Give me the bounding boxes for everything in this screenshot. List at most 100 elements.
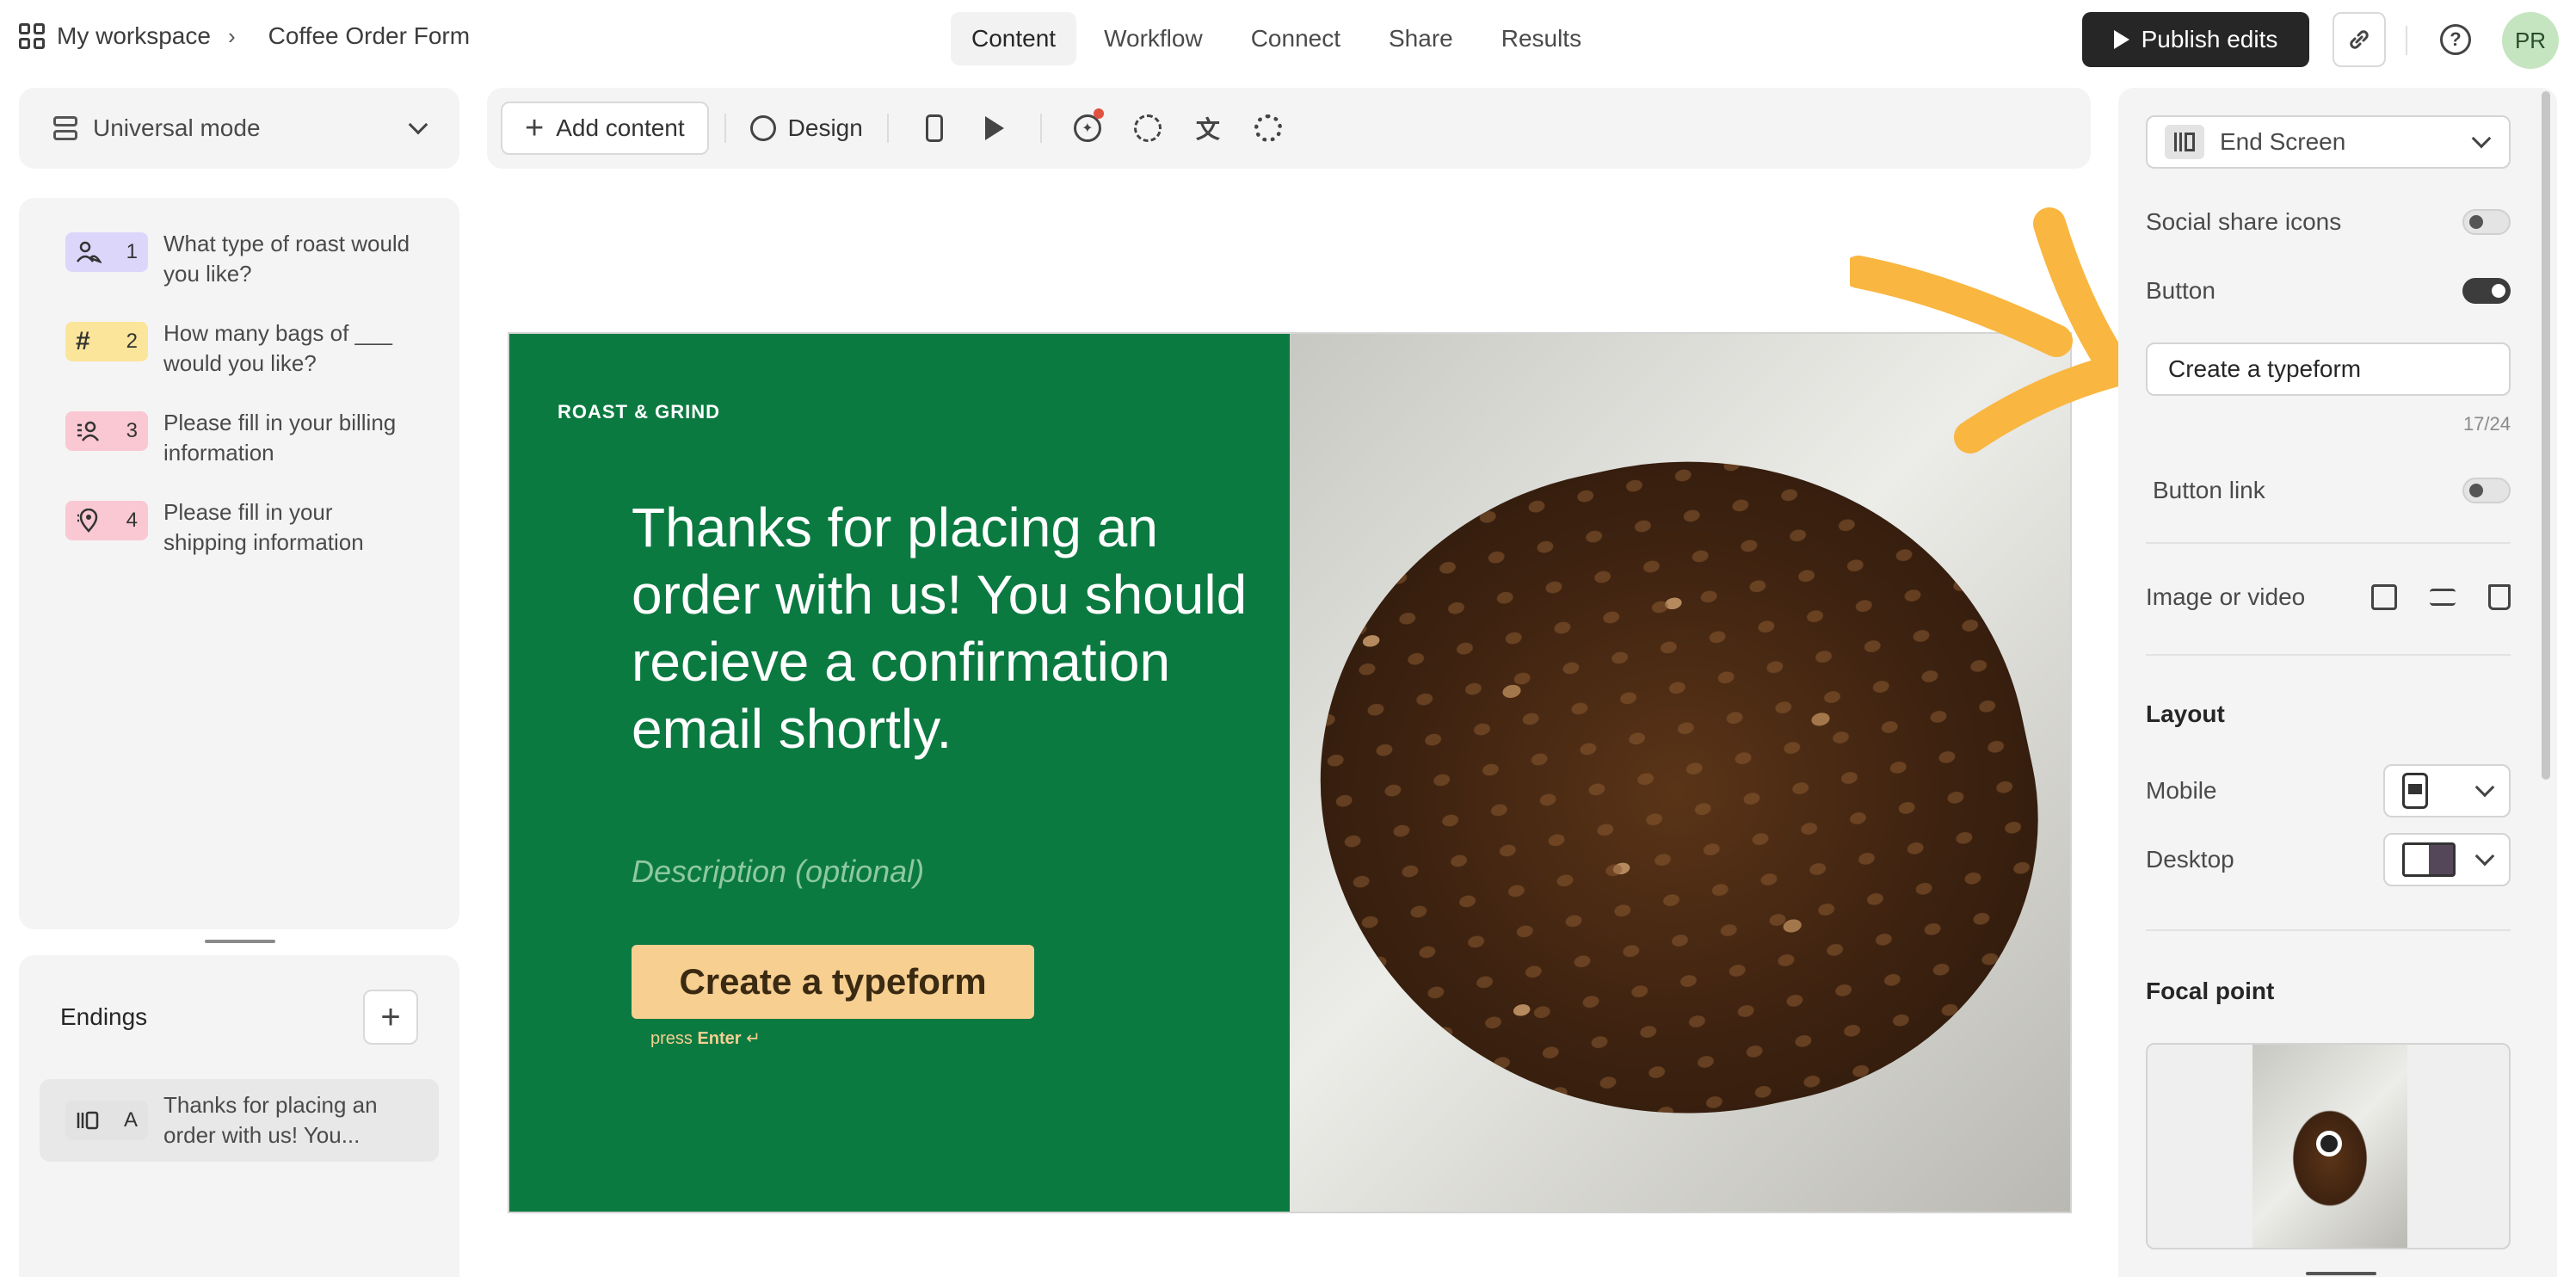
question-text: What type of roast would you like? [163, 231, 410, 287]
enter-key-icon: ↵ [746, 1029, 761, 1048]
logic-icon [1133, 114, 1162, 142]
press-enter-hint: press Enter ↵ [650, 1027, 761, 1049]
ending-item[interactable]: A Thanks for placing an order with us! Y… [40, 1079, 439, 1162]
preview-button[interactable] [973, 107, 1016, 150]
press-hint-prefix: press [650, 1029, 693, 1048]
play-icon [984, 116, 1004, 140]
divider [2146, 654, 2511, 656]
ending-letter: A [123, 1108, 138, 1132]
translate-icon: 文 [1195, 116, 1220, 143]
add-content-button[interactable]: + Add content [501, 102, 709, 155]
desktop-layout-icon [2402, 842, 2456, 877]
replace-image-icon[interactable] [2371, 584, 2397, 610]
adjust-sliders-icon[interactable] [2430, 589, 2456, 606]
chevron-down-icon [2474, 846, 2495, 867]
endings-panel: Endings + A Thanks for placing an order … [19, 955, 459, 1277]
panel-resize-handle[interactable] [205, 940, 275, 943]
desktop-layout-dropdown[interactable] [2383, 833, 2511, 886]
notification-dot [1093, 108, 1104, 119]
accessibility-button[interactable]: ✦ [1066, 107, 1109, 150]
button-text-input[interactable] [2146, 342, 2511, 396]
user-avatar[interactable]: PR [2502, 12, 2559, 69]
beans-graphic [1290, 397, 2070, 1183]
mode-icon [53, 116, 77, 140]
breadcrumb: My workspace › Coffee Order Form [19, 22, 470, 50]
settings-scrollbar[interactable] [2542, 91, 2550, 780]
end-screen-content: ROAST & GRIND Thanks for placing an orde… [509, 334, 1290, 1212]
character-counter: 17/24 [2462, 413, 2511, 435]
hash-icon: # [76, 327, 90, 355]
breadcrumb-workspace[interactable]: My workspace [57, 22, 211, 50]
contact-info-icon [77, 421, 99, 441]
description-placeholder[interactable]: Description (optional) [632, 854, 924, 890]
screen-type-label: End Screen [2220, 128, 2346, 155]
tab-share[interactable]: Share [1368, 12, 1474, 65]
breadcrumb-separator: › [227, 22, 236, 49]
chevron-down-icon [2474, 777, 2495, 798]
design-button[interactable]: Design [742, 114, 872, 142]
button-link-row: Button link [2146, 477, 2511, 504]
add-ending-button[interactable]: + [363, 990, 418, 1045]
question-text: How many bags of ___ would you like? [163, 320, 392, 376]
tab-results[interactable]: Results [1481, 12, 1602, 65]
button-toggle[interactable] [2462, 278, 2511, 304]
universal-mode-selector[interactable]: Universal mode [19, 88, 459, 169]
ending-text: Thanks for placing an order with us! You… [163, 1092, 378, 1148]
focal-point-picker[interactable] [2146, 1043, 2511, 1249]
end-screen-icon [77, 1111, 99, 1130]
button-link-label: Button link [2153, 477, 2265, 503]
focal-point-title: Focal point [2146, 978, 2275, 1004]
mobile-layout-icon [2402, 773, 2428, 809]
coffee-beans-image [1290, 334, 2070, 1212]
logic-button[interactable] [1126, 107, 1169, 150]
question-number: 2 [126, 330, 138, 353]
translate-button[interactable]: 文 [1186, 107, 1229, 150]
help-icon[interactable]: ? [2440, 24, 2471, 55]
divider [2146, 929, 2511, 931]
toolbar-divider [724, 114, 726, 143]
editor-toolbar: + Add content Design ✦ 文 [487, 88, 2091, 169]
publish-edits-label: Publish edits [2141, 26, 2278, 52]
question-item[interactable]: 1 What type of roast would you like? [65, 229, 459, 289]
focal-point-handle[interactable] [2316, 1131, 2342, 1157]
question-list: 1 What type of roast would you like? # 2… [19, 198, 459, 929]
address-icon [77, 509, 98, 533]
desktop-layout-label: Desktop [2146, 846, 2234, 873]
settings-button[interactable] [1247, 107, 1290, 150]
breadcrumb-form-name[interactable]: Coffee Order Form [268, 22, 470, 50]
send-icon [2113, 30, 2129, 49]
button-setting-label: Button [2146, 277, 2215, 304]
question-item[interactable]: 4 Please fill in your shipping informati… [65, 497, 459, 558]
tab-connect[interactable]: Connect [1230, 12, 1361, 65]
trash-icon[interactable] [2488, 584, 2511, 610]
question-item[interactable]: # 2 How many bags of ___ would you like? [65, 318, 459, 379]
brand-logo: ROAST & GRIND [558, 401, 720, 423]
button-link-toggle[interactable] [2462, 478, 2511, 503]
question-number: 4 [126, 509, 138, 532]
mode-label: Universal mode [93, 114, 261, 141]
tab-workflow[interactable]: Workflow [1083, 12, 1223, 65]
social-share-row: Social share icons [2146, 208, 2511, 236]
copy-link-button[interactable] [2333, 12, 2386, 67]
end-screen-icon [2165, 125, 2204, 159]
mobile-layout-dropdown[interactable] [2383, 764, 2511, 817]
apps-grid-icon[interactable] [19, 23, 45, 49]
image-video-row: Image or video [2146, 583, 2511, 611]
button-row: Button [2146, 277, 2511, 305]
screen-type-dropdown[interactable]: End Screen [2146, 115, 2511, 169]
image-video-label: Image or video [2146, 583, 2306, 610]
question-item[interactable]: 3 Please fill in your billing informatio… [65, 408, 459, 468]
social-share-toggle[interactable] [2462, 209, 2511, 235]
create-typeform-button[interactable]: Create a typeform [632, 945, 1034, 1019]
mobile-preview-button[interactable] [913, 107, 956, 150]
question-text: Please fill in your shipping information [163, 499, 364, 555]
publish-edits-button[interactable]: Publish edits [2082, 12, 2309, 67]
bottom-indicator [2306, 1272, 2376, 1275]
question-number: 3 [126, 419, 138, 442]
endings-title: Endings [60, 1003, 148, 1030]
link-icon [2350, 30, 2369, 49]
end-screen-preview[interactable]: ROAST & GRIND Thanks for placing an orde… [508, 332, 2072, 1213]
tab-content[interactable]: Content [951, 12, 1077, 65]
end-screen-headline[interactable]: Thanks for placing an order with us! You… [632, 494, 1251, 762]
design-label: Design [787, 114, 863, 141]
